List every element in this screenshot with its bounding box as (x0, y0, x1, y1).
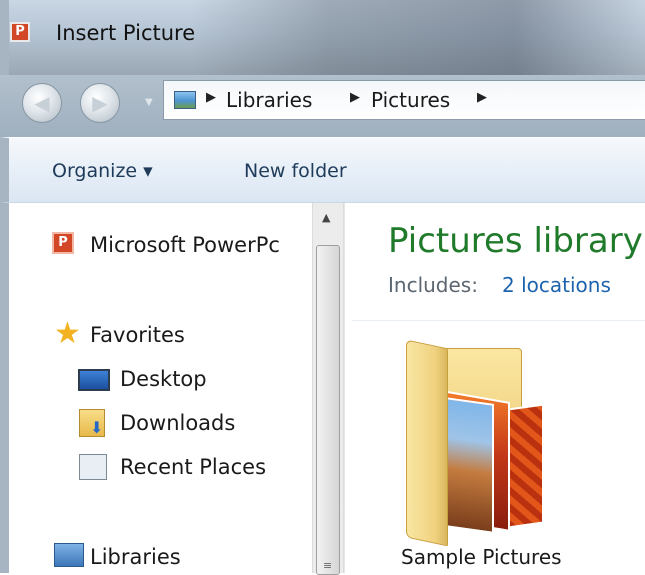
folder-item-label[interactable]: Sample Pictures (401, 545, 562, 569)
downloads-icon (79, 409, 105, 437)
breadcrumb-separator-icon[interactable]: ▶ (477, 90, 487, 105)
sidebar-item-downloads[interactable]: Downloads (120, 411, 235, 435)
scroll-up-arrow-icon[interactable]: ▲ (322, 211, 330, 224)
pane-divider[interactable] (344, 203, 345, 573)
address-bar[interactable]: ▶ Libraries ▶ Pictures ▶ (163, 80, 645, 120)
command-bar: Organize ▾ New folder (0, 137, 645, 203)
sidebar-item-powerpoint[interactable]: Microsoft PowerPc (90, 233, 280, 257)
new-folder-button[interactable]: New folder (244, 160, 347, 182)
navigation-pane: P Microsoft PowerPc ★ Favorites Desktop … (9, 203, 312, 573)
folder-icon[interactable] (400, 338, 550, 547)
sidebar-item-libraries[interactable]: Libraries (90, 545, 181, 569)
window-title: Insert Picture (56, 21, 196, 45)
nav-pane-scrollbar[interactable]: ▲ ≡ (312, 203, 344, 575)
recent-places-icon (79, 454, 107, 480)
locations-link[interactable]: 2 locations (502, 273, 611, 297)
sidebar-item-recent-places[interactable]: Recent Places (120, 455, 266, 479)
grip-icon: ≡ (323, 559, 333, 572)
forward-button[interactable]: ▶ (80, 83, 120, 123)
library-title: Pictures library (388, 221, 643, 261)
breadcrumb-separator-icon[interactable]: ▶ (206, 90, 216, 105)
sidebar-item-desktop[interactable]: Desktop (120, 367, 207, 391)
pictures-location-icon (174, 91, 196, 109)
window-frame (0, 203, 9, 573)
star-icon: ★ (54, 316, 81, 351)
back-arrow-icon: ◀ (34, 91, 50, 115)
breadcrumb-pictures[interactable]: Pictures (371, 88, 450, 112)
breadcrumb-separator-icon[interactable]: ▶ (350, 90, 360, 105)
header-divider (352, 320, 645, 321)
back-button[interactable]: ◀ (22, 83, 62, 123)
history-dropdown-icon[interactable]: ▼ (145, 97, 153, 108)
breadcrumb-libraries[interactable]: Libraries (226, 88, 312, 112)
scroll-thumb[interactable]: ≡ (316, 245, 340, 575)
sidebar-item-favorites[interactable]: Favorites (90, 323, 185, 347)
desktop-icon (78, 369, 110, 391)
powerpoint-icon: P (10, 22, 30, 42)
includes-label: Includes: (388, 273, 478, 297)
folder-front-shape (406, 339, 448, 547)
organize-button[interactable]: Organize ▾ (52, 160, 153, 182)
libraries-icon (54, 543, 84, 567)
powerpoint-icon: P (52, 232, 74, 254)
forward-arrow-icon: ▶ (92, 91, 108, 115)
